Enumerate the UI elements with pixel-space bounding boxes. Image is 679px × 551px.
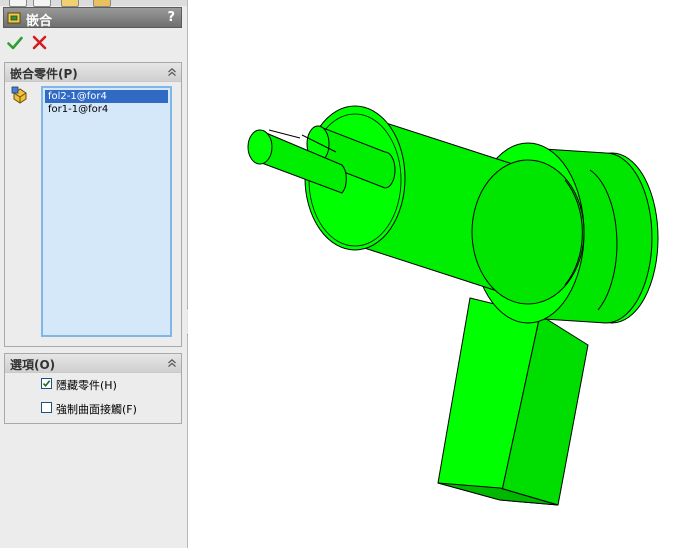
help-button[interactable]: ? xyxy=(167,10,175,25)
hide-components-label: 隱藏零件(H) xyxy=(56,379,117,392)
panel-title-bar: 嵌合 ? xyxy=(3,7,182,29)
design-components-title: 嵌合零件(P) xyxy=(10,67,78,81)
design-components-header[interactable]: 嵌合零件(P) xyxy=(5,63,181,82)
panel-title: 嵌合 xyxy=(26,14,53,29)
cavity-model-3d[interactable] xyxy=(188,0,679,548)
feature-manager-tab[interactable] xyxy=(9,0,27,7)
pin-end-face xyxy=(247,129,273,165)
property-manager-panel: 嵌合 ? 嵌合零件(P) fol2-1@for4 for1-1@for4 選項(… xyxy=(0,0,188,548)
dimxpert-manager-tab[interactable] xyxy=(93,0,111,7)
hide-components-checkbox[interactable] xyxy=(41,378,52,389)
collapse-chevron-icon[interactable] xyxy=(167,358,177,368)
options-header[interactable]: 選項(O) xyxy=(5,354,181,373)
options-title: 選項(O) xyxy=(10,358,56,372)
force-surface-contact-checkbox[interactable] xyxy=(41,402,52,413)
force-surface-contact-label: 強制曲面接觸(F) xyxy=(56,403,137,416)
ok-checkmark-button[interactable] xyxy=(7,35,23,51)
list-item[interactable]: for1-1@for4 xyxy=(45,103,168,116)
component-selection-list[interactable]: fol2-1@for4 for1-1@for4 xyxy=(41,86,172,337)
cavity-feature-icon xyxy=(7,12,21,24)
options-group: 選項(O) 隱藏零件(H) 強制曲面接觸(F) xyxy=(4,353,182,424)
graphics-viewport[interactable] xyxy=(188,0,679,548)
checkmark-icon xyxy=(42,380,51,388)
design-components-group: 嵌合零件(P) fol2-1@for4 for1-1@for4 xyxy=(4,62,182,347)
collapse-chevron-icon[interactable] xyxy=(167,67,177,77)
cancel-x-button[interactable] xyxy=(32,35,47,50)
configuration-manager-tab[interactable] xyxy=(61,0,79,7)
component-selection-icon xyxy=(11,86,27,104)
property-manager-tab[interactable] xyxy=(33,0,51,7)
list-item[interactable]: fol2-1@for4 xyxy=(45,90,168,103)
panel-tab-strip xyxy=(0,0,187,7)
